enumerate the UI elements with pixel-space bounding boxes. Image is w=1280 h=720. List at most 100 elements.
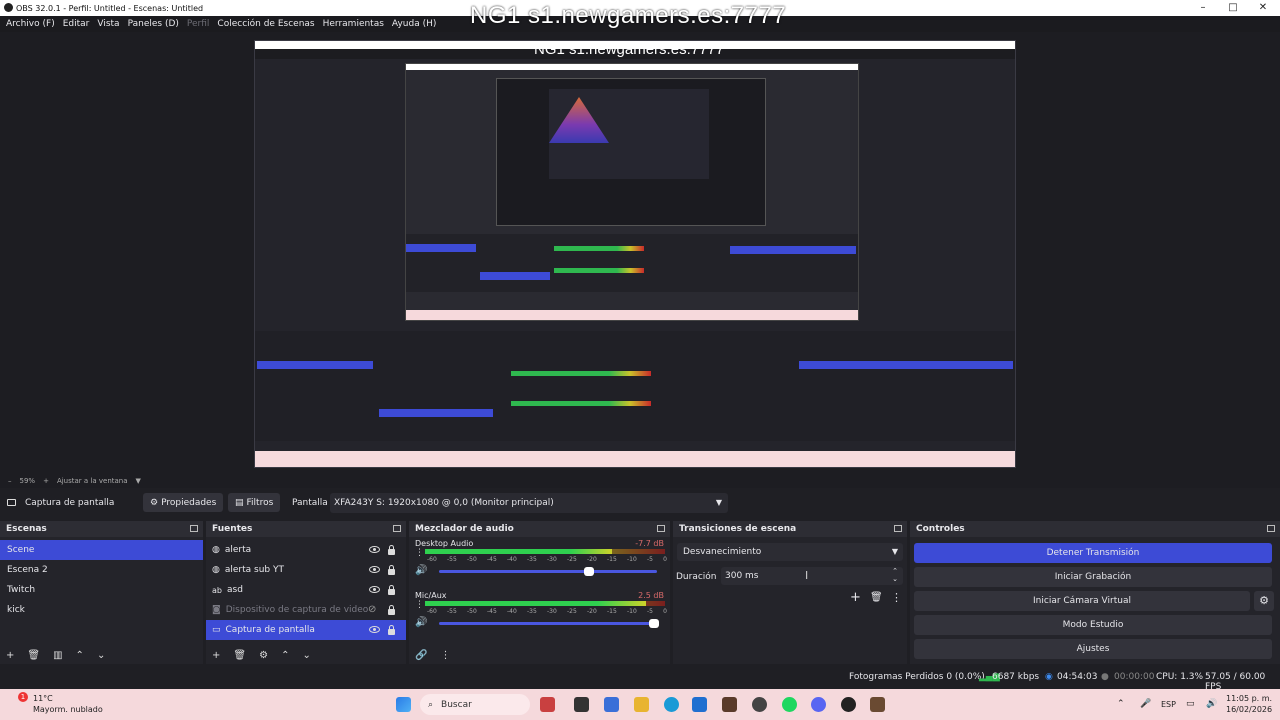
properties-button[interactable]: ⚙ Propiedades [143, 493, 224, 512]
link-icon[interactable]: 🔗 [415, 650, 427, 661]
clock-app-icon[interactable] [752, 697, 767, 712]
menu-perfil[interactable]: Perfil [187, 19, 210, 29]
filters-button[interactable]: ▤ Filtros [228, 493, 281, 512]
add-icon[interactable]: + [6, 650, 14, 661]
source-item-captura-pantalla[interactable]: ▭ Captura de pantalla [206, 620, 406, 640]
trash-icon[interactable]: 🗑 [870, 592, 883, 603]
app-icon[interactable] [722, 697, 737, 712]
trash-icon[interactable]: 🗑 [233, 650, 246, 661]
weather-desc[interactable]: Mayorm. nublado [33, 705, 103, 714]
language[interactable]: ESP [1161, 700, 1176, 709]
copilot-icon[interactable] [604, 697, 619, 712]
volume-slider-knob[interactable] [583, 567, 594, 576]
store-icon[interactable] [692, 697, 707, 712]
source-item-video-capture[interactable]: ◙ Dispositivo de captura de video ⊘ [206, 600, 406, 620]
obs-icon[interactable] [841, 697, 856, 712]
settings-button[interactable]: Ajustes [914, 639, 1272, 659]
speaker-icon[interactable]: 🔊 [415, 565, 427, 576]
source-item-alerta-sub-yt[interactable]: ◍ alerta sub YT [206, 560, 406, 580]
spotify-icon[interactable] [782, 697, 797, 712]
trash-icon[interactable]: 🗑 [27, 650, 40, 661]
duration-input[interactable]: 300 ms I ⌃ ⌄ [721, 567, 903, 585]
clock-date[interactable]: 16/02/2026 [1226, 705, 1272, 714]
move-down-icon[interactable]: ⌄ [302, 650, 310, 661]
lock-icon[interactable] [388, 565, 395, 575]
edge-icon[interactable] [664, 697, 679, 712]
program-preview[interactable]: NG1 s1.newgamers.es:7777 [254, 40, 1016, 468]
source-item-asd[interactable]: ab asd [206, 580, 406, 600]
scene-item-escena-2[interactable]: Escena 2 [0, 560, 203, 580]
chevron-down-icon[interactable]: ▼ [136, 477, 141, 485]
menu-dots-icon[interactable]: ⋮ [440, 650, 450, 661]
scene-filters-icon[interactable]: ▥ [53, 650, 62, 661]
eye-icon[interactable] [369, 566, 380, 573]
menu-coleccion-escenas[interactable]: Colección de Escenas [217, 19, 314, 29]
eye-icon[interactable] [369, 546, 380, 553]
menu-dots-icon[interactable]: ⋮ [891, 591, 902, 604]
menu-paneles[interactable]: Paneles (D) [128, 19, 179, 29]
stop-streaming-button[interactable]: Detener Transmisión [914, 543, 1272, 563]
flag-icon[interactable] [540, 697, 555, 712]
lock-icon[interactable] [388, 545, 395, 555]
studio-mode-button[interactable]: Modo Estudio [914, 615, 1272, 635]
network-icon[interactable]: ▭ [1186, 699, 1195, 709]
volume-slider-knob[interactable] [649, 619, 659, 628]
lock-icon[interactable] [388, 605, 395, 615]
add-icon[interactable]: + [850, 590, 861, 605]
virtual-camera-settings-icon[interactable]: ⚙ [1254, 591, 1274, 611]
clock-time[interactable]: 11:05 p. m. [1226, 694, 1272, 703]
menu-herramientas[interactable]: Herramientas [323, 19, 384, 29]
weather-temp[interactable]: 11°C [33, 694, 53, 703]
channel-name: Mic/Aux [415, 591, 447, 600]
gear-icon[interactable]: ⚙ [259, 650, 268, 661]
eye-icon[interactable] [369, 586, 380, 593]
speaker-icon[interactable]: 🔊 [415, 617, 427, 628]
dock-float-icon[interactable] [1267, 525, 1275, 532]
start-recording-button[interactable]: Iniciar Grabación [914, 567, 1272, 587]
dock-float-icon[interactable] [894, 525, 902, 532]
dock-float-icon[interactable] [393, 525, 401, 532]
close-icon[interactable]: ✕ [1248, 0, 1278, 16]
source-item-alerta[interactable]: ◍ alerta [206, 540, 406, 560]
display-select[interactable]: XFA243Y S: 1920x1080 @ 0,0 (Monitor prin… [330, 493, 728, 513]
lock-icon[interactable] [388, 625, 395, 635]
eye-icon[interactable] [369, 626, 380, 633]
taskbar-search[interactable]: ⌕ Buscar [420, 694, 530, 715]
volume-icon[interactable]: 🔊 [1206, 699, 1217, 709]
chevron-up-icon[interactable]: ⌃ [1117, 699, 1125, 709]
menu-vista[interactable]: Vista [97, 19, 119, 29]
microphone-icon[interactable]: 🎤 [1140, 699, 1151, 709]
lock-icon[interactable] [388, 585, 395, 595]
file-explorer-icon[interactable] [634, 697, 649, 712]
menu-editar[interactable]: Editar [63, 19, 90, 29]
discord-icon[interactable] [811, 697, 826, 712]
task-view-icon[interactable] [574, 697, 589, 712]
zoom-in-icon[interactable]: + [43, 477, 49, 485]
eye-hidden-icon[interactable]: ⊘ [368, 604, 376, 615]
windows-start-icon[interactable] [396, 697, 411, 712]
menu-ayuda[interactable]: Ayuda (H) [392, 19, 436, 29]
move-up-icon[interactable]: ⌃ [76, 650, 84, 661]
stepper-up-icon[interactable]: ⌃ [892, 567, 898, 575]
zoom-fit-dropdown[interactable]: Ajustar a la ventana [57, 477, 128, 485]
volume-slider[interactable] [439, 567, 657, 576]
start-virtual-camera-button[interactable]: Iniciar Cámara Virtual [914, 591, 1250, 611]
channel-menu-icon[interactable]: ⋮ [415, 600, 424, 610]
scene-item-scene[interactable]: Scene [0, 540, 203, 560]
move-up-icon[interactable]: ⌃ [281, 650, 289, 661]
dock-float-icon[interactable] [657, 525, 665, 532]
scene-item-kick[interactable]: kick [0, 600, 203, 620]
app-icon-2[interactable] [870, 697, 885, 712]
minimize-icon[interactable]: – [1188, 0, 1218, 16]
menu-archivo[interactable]: Archivo (F) [6, 19, 55, 29]
maximize-icon[interactable]: □ [1218, 0, 1248, 16]
add-icon[interactable]: + [212, 650, 220, 661]
dock-float-icon[interactable] [190, 525, 198, 532]
stepper-down-icon[interactable]: ⌄ [892, 575, 898, 583]
transition-select[interactable]: Desvanecimiento ▼ [677, 543, 903, 561]
scene-item-twitch[interactable]: Twitch [0, 580, 203, 600]
volume-slider[interactable] [439, 619, 659, 628]
zoom-out-icon[interactable]: – [8, 477, 12, 485]
channel-menu-icon[interactable]: ⋮ [415, 548, 424, 558]
move-down-icon[interactable]: ⌄ [97, 650, 105, 661]
